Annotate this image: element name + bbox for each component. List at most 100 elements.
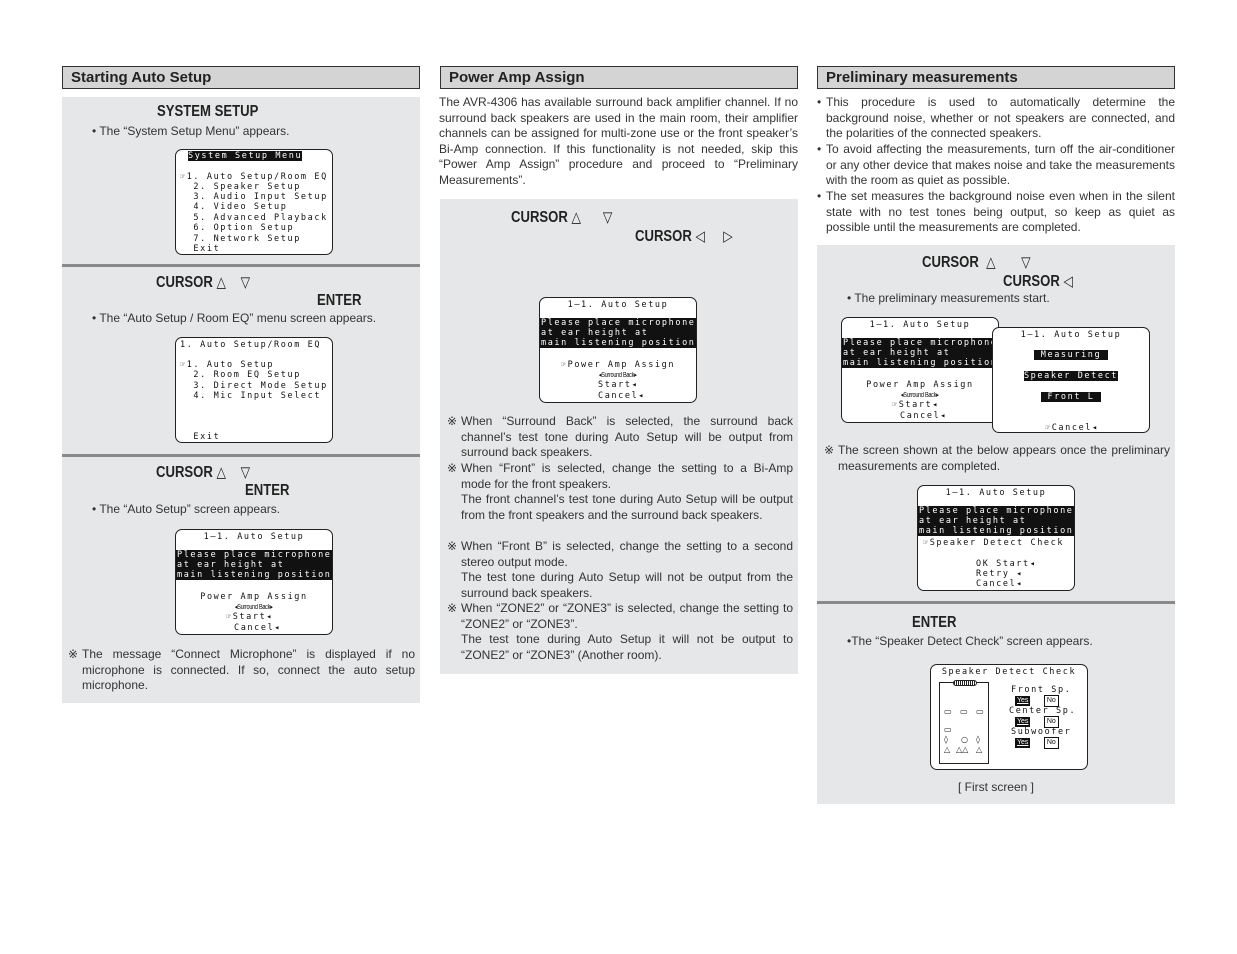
down-triangle-icon: ▽ (240, 274, 251, 291)
down-triangle-icon: ▽ (602, 209, 613, 226)
measuring-row: Measuring (993, 350, 1149, 360)
screen-title: 1—1. Auto Setup (203, 532, 305, 542)
step1-description: • The preliminary measurements start. (847, 291, 1050, 305)
measuring-status: Measuring (1034, 350, 1108, 360)
listener-icon: ○ (961, 735, 968, 744)
cancel-option: Cancel◂ (234, 623, 282, 633)
bullet-icon: • (817, 189, 822, 203)
speaker-detect-check-screen: Speaker Detect Check ▭ ▭ ▭ ▭ ◊ ○ ◊ △ △△ … (930, 664, 1088, 770)
column-starting-auto-setup: Starting Auto Setup SYSTEM SETUP • The “… (62, 66, 420, 703)
front-b-note: ※ When “Front B” is selected, change the … (447, 539, 793, 601)
bullet-icon: • (817, 95, 822, 109)
menu-item: 7. Network Setup (180, 234, 301, 244)
cursor-up-down-key: CURSOR △ ▽ (156, 463, 250, 482)
cancel-option: Cancel◂ (900, 411, 948, 421)
channel-row: Front L (993, 392, 1149, 402)
down-triangle-icon: ▽ (1021, 254, 1031, 271)
cursor-up-down-key: CURSOR △ ▽ (922, 253, 1031, 272)
bullet-item: • The set measures the background noise e… (817, 189, 1175, 236)
completed-note: ※ The screen shown at the below appears o… (824, 443, 1170, 474)
menu-item-exit: Exit (180, 432, 221, 442)
note-text: When “Front” is selected, change the set… (461, 461, 793, 522)
note-mark-icon: ※ (447, 414, 458, 428)
start-option: Start◂ (598, 380, 639, 390)
message-line: at ear height at (918, 516, 1074, 527)
menu-item: 5. Advanced Playback (180, 213, 328, 223)
front-left-speaker-icon: ▭ (944, 707, 952, 716)
message-line: main listening position. (918, 526, 1075, 537)
center-sp-label: Center Sp. (1009, 706, 1077, 716)
figure-caption: [ First screen ] (957, 780, 1034, 794)
bullet-icon: • (817, 142, 822, 156)
section-title-starting-auto-setup: Starting Auto Setup (62, 66, 420, 89)
surround-back-speaker-icon: △△ (956, 745, 969, 754)
note-mark-icon: ※ (68, 647, 79, 661)
menu-item: 6. Option Setup (180, 223, 295, 233)
system-setup-menu-screen: System Setup Menu ☞1. Auto Setup/Room EQ… (175, 149, 333, 255)
center-speaker-icon: ▭ (960, 707, 968, 716)
yes-option: Yes (1015, 738, 1031, 749)
connect-microphone-note: ※ The message “Connect Microphone” is dis… (68, 647, 415, 694)
note-text: When “ZONE2” or “ZONE3” is selected, cha… (461, 601, 793, 662)
detect-row: Speaker Detect (993, 371, 1149, 381)
step-auto-setup-panel: CURSOR △ ▽ ENTER • The “Auto Setup” scre… (62, 457, 420, 703)
step3-description: • The “Auto Setup” screen appears. (92, 502, 281, 516)
message-line: Please place microphone (540, 318, 696, 329)
message-line: main listening position (842, 358, 998, 369)
screen-title: System Setup Menu (188, 151, 303, 162)
bullet-text: The set measures the background noise ev… (826, 189, 1175, 235)
front-right-speaker-icon: ▭ (976, 707, 984, 716)
power-amp-assign-label: Power Amp Assign (866, 380, 974, 390)
power-amp-step-panel: CURSOR △ ▽ CURSOR ◁ ▷ 1—1. Auto Setup Pl… (440, 199, 798, 674)
menu-item: Exit (180, 244, 221, 254)
subwoofer-label: Subwoofer (1011, 727, 1072, 737)
cursor-label: CURSOR (156, 464, 213, 481)
screen-title: 1—1. Auto Setup (1020, 330, 1122, 340)
cursor-left-right-key: CURSOR ◁ ▷ (635, 227, 733, 246)
down-triangle-icon: ▽ (240, 464, 251, 481)
start-option: ☞Start◂ (226, 612, 274, 622)
retry-option: Retry ◂ (976, 569, 1024, 579)
right-triangle-icon: ▷ (723, 228, 733, 245)
power-amp-intro: The AVR-4306 has available surround back… (439, 95, 798, 187)
cursor-left-key: CURSOR ◁ (1003, 272, 1073, 291)
step2-description: •The “Speaker Detect Check” screen appea… (847, 634, 1093, 648)
auto-setup-screen-start: 1—1. Auto Setup Please place microphone … (841, 317, 999, 423)
menu-item: ☞1. Auto Setup/Room EQ (180, 172, 328, 182)
enter-key: ENTER (317, 292, 362, 309)
cursor-label: CURSOR (511, 209, 568, 226)
speaker-detect-status: Speaker Detect (1023, 371, 1119, 381)
screen-title: 1—1. Auto Setup (567, 300, 669, 310)
step1-description: • The “System Setup Menu” appears. (92, 124, 290, 138)
current-channel: Front L (1040, 392, 1102, 402)
speaker-detect-result-screen: 1—1. Auto Setup Please place microphone … (917, 485, 1075, 591)
note-mark-icon: ※ (447, 539, 458, 553)
measuring-screen: 1—1. Auto Setup Measuring Speaker Detect… (992, 327, 1150, 433)
note-mark-icon: ※ (447, 601, 458, 615)
power-amp-assign-label: ☞Power Amp Assign (560, 360, 676, 370)
screen-title: Speaker Detect Check (941, 667, 1077, 677)
column-preliminary-measurements: Preliminary measurements • This procedure… (817, 66, 1175, 804)
message-line: at ear height at (176, 560, 332, 571)
up-triangle-icon: △ (216, 464, 226, 481)
cursor-label: CURSOR (156, 274, 213, 291)
message-line: at ear height at (842, 348, 998, 359)
power-amp-assign-label: Power Amp Assign (200, 592, 308, 602)
menu-item: ☞1. Auto Setup (180, 360, 275, 370)
step-system-setup-panel: SYSTEM SETUP • The “System Setup Menu” a… (62, 97, 420, 265)
left-triangle-icon: ◁ (1063, 273, 1073, 290)
cursor-label: CURSOR (922, 254, 979, 271)
message-line: Please place microphone (918, 506, 1074, 517)
surround-back-speaker-icon: △ (976, 745, 983, 754)
preliminary-step1-panel: CURSOR △ ▽ CURSOR ◁ • The preliminary me… (817, 245, 1175, 601)
menu-item: 2. Room EQ Setup (180, 370, 301, 380)
preliminary-step2-panel: ENTER •The “Speaker Detect Check” screen… (817, 604, 1175, 804)
power-amp-assign-screen: 1—1. Auto Setup Please place microphone … (539, 297, 697, 403)
column-power-amp-assign: Power Amp Assign The AVR-4306 has availa… (439, 66, 798, 674)
note-text: When “Front B” is selected, change the s… (461, 539, 793, 600)
surround-back-speaker-icon: △ (944, 745, 951, 754)
menu-item: 3. Audio Input Setup (180, 192, 328, 202)
bullet-item: • To avoid affecting the measurements, tu… (817, 142, 1175, 189)
screen-title: 1—1. Auto Setup (945, 488, 1047, 498)
subwoofer-icon: ▭ (944, 725, 952, 734)
